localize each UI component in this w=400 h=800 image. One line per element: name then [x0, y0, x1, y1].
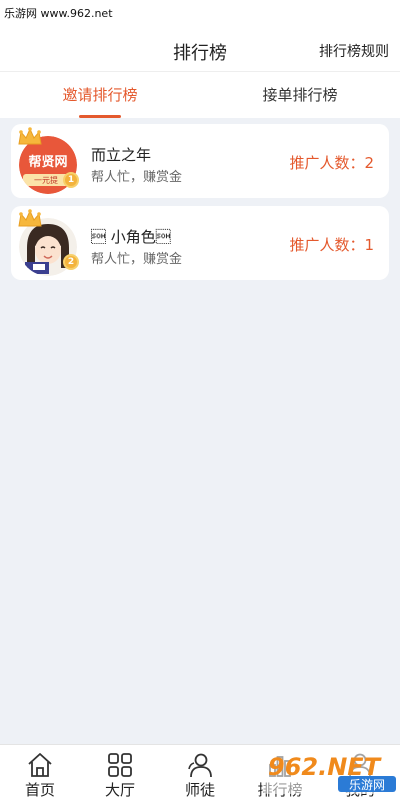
nav-item-hall[interactable]: 大厅 [80, 745, 160, 800]
nav-item-ranking[interactable]: 排行榜 [240, 745, 320, 800]
home-icon [28, 753, 52, 777]
tab-order-ranking[interactable]: 接单排行榜 [200, 72, 400, 118]
svg-text:一元提: 一元提 [34, 175, 58, 185]
avatar: 帮贤网 一元提 1 [18, 127, 81, 194]
people-icon [188, 753, 212, 778]
user-subtitle: 帮人忙，赚赏金 [91, 170, 183, 185]
ranking-list: 帮贤网 一元提 1 而立之年 帮人忙，赚赏金 推广人数：2 [11, 124, 389, 288]
tab-bar: 邀请排行榜 接单排行榜 [0, 72, 400, 118]
watermark-text: 乐游网 www.962.net [4, 7, 113, 20]
nav-item-home[interactable]: 首页 [0, 745, 80, 800]
crown-icon [18, 127, 42, 145]
user-subtitle: 帮人忙，赚赏金 [91, 252, 183, 267]
nav-label-mentor: 师徒 [184, 781, 215, 799]
promotion-count: 推广人数：2 [289, 154, 374, 172]
nav-label-ranking: 排行榜 [257, 781, 303, 799]
status-strip: 乐游网 www.962.net [0, 0, 400, 26]
rank-badge: 2 [63, 254, 79, 270]
active-tab-indicator [79, 115, 121, 118]
nav-label-hall: 大厅 [104, 781, 135, 799]
ranking-row[interactable]: 2  小角色 帮人忙，赚赏金 推广人数：1 [11, 206, 389, 280]
rank-badge: 1 [63, 172, 79, 188]
nav-label-home: 首页 [24, 781, 55, 799]
crown-icon [18, 209, 42, 227]
bottom-navigation: 首页 大厅 师徒 排行榜 我的 [0, 744, 400, 800]
ranking-icon [269, 756, 291, 777]
nav-item-mine[interactable]: 我的 [320, 745, 400, 800]
grid-icon [108, 753, 132, 777]
tab-invite-ranking[interactable]: 邀请排行榜 [0, 72, 200, 118]
ranking-row[interactable]: 帮贤网 一元提 1 而立之年 帮人忙，赚赏金 推广人数：2 [11, 124, 389, 198]
nav-item-mentor[interactable]: 师徒 [160, 745, 240, 800]
nav-label-mine: 我的 [344, 781, 375, 799]
user-name: 而立之年 [91, 146, 152, 164]
avatar: 2 [18, 209, 81, 276]
ranking-rules-link[interactable]: 排行榜规则 [319, 41, 389, 61]
navigation-bar: 排行榜 排行榜规则 [0, 26, 400, 72]
svg-text:帮贤网: 帮贤网 [28, 154, 67, 170]
user-name:  小角色 [91, 228, 171, 246]
promotion-count: 推广人数：1 [289, 236, 374, 254]
user-icon [349, 753, 371, 778]
